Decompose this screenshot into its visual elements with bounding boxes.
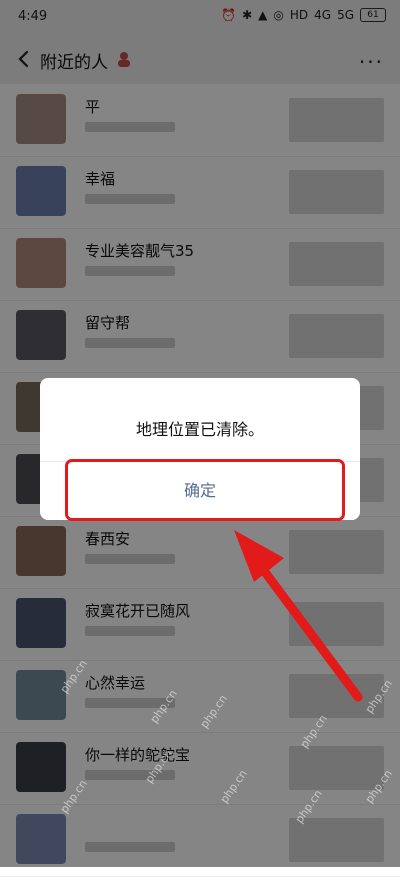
dialog-message: 地理位置已清除。: [135, 420, 264, 439]
highlight-box: [65, 459, 345, 521]
